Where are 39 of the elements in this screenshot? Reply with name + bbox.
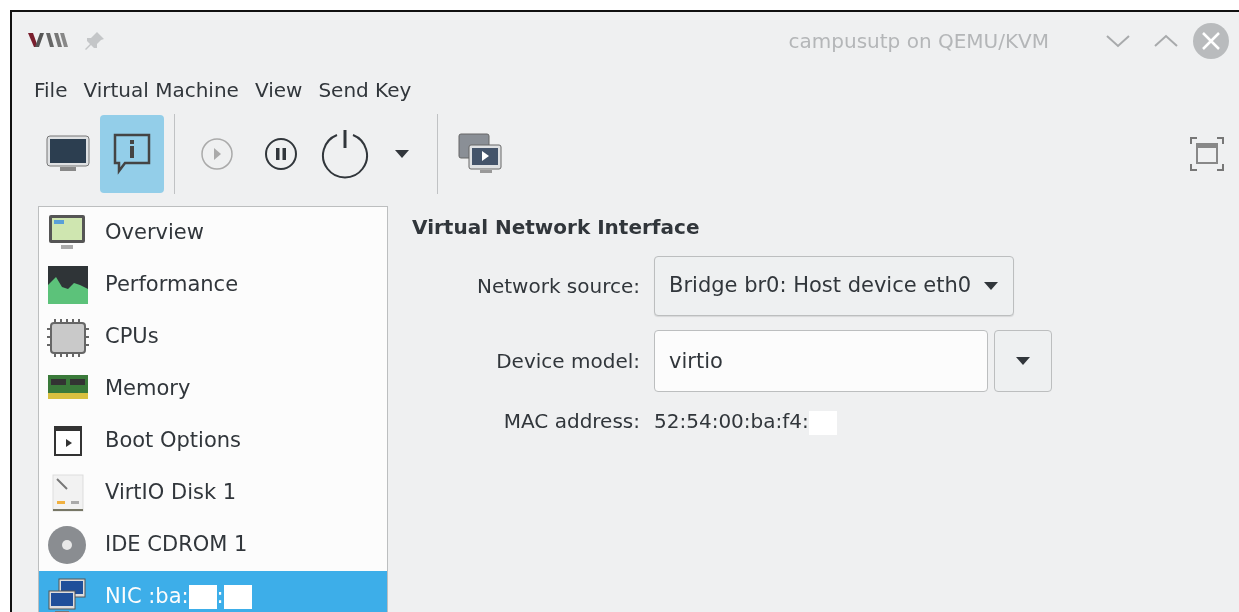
maximize-icon[interactable] xyxy=(1153,33,1179,49)
graph-icon xyxy=(47,265,89,305)
minimize-icon[interactable] xyxy=(1105,33,1131,49)
field-label: Device model: xyxy=(495,348,640,375)
mac-address-value: 52:54:00:ba:f4: xyxy=(654,406,837,436)
pause-icon xyxy=(264,137,298,171)
sidebar-item[interactable]: IDE CDROM 1 xyxy=(39,519,387,571)
play-icon xyxy=(200,137,234,171)
sidebar-item[interactable]: Boot Options xyxy=(39,415,387,467)
field-label: MAC address: xyxy=(502,408,640,435)
menu-item[interactable]: View xyxy=(246,75,311,105)
caret-icon xyxy=(1015,356,1031,366)
menu-item[interactable]: File xyxy=(26,75,76,105)
redaction-block xyxy=(223,585,252,610)
caret-icon xyxy=(394,149,410,159)
info-icon xyxy=(113,133,151,175)
network-source-dropdown[interactable]: Bridge br0: Host device eth0 xyxy=(654,256,1015,316)
window-title: campusutp on QEMU/KVM xyxy=(788,28,1049,55)
screens-icon xyxy=(458,133,502,175)
details-button[interactable] xyxy=(100,115,164,193)
chip-icon xyxy=(47,317,89,357)
sidebar-item[interactable]: Overview xyxy=(39,207,387,259)
section-heading: Virtual Network Interface xyxy=(412,214,701,241)
power-icon xyxy=(320,129,370,179)
field-label: Network source: xyxy=(475,273,640,300)
sidebar-item[interactable]: CPUs xyxy=(39,311,387,363)
sidebar-item[interactable]: Memory xyxy=(39,363,387,415)
menu-item[interactable]: Virtual Machine xyxy=(75,75,247,105)
menu-item[interactable]: Send Key xyxy=(310,75,420,105)
fullscreen-icon xyxy=(1190,137,1224,171)
monitor-icon xyxy=(46,135,90,173)
sidebar-item[interactable]: VirtIO Disk 1 xyxy=(39,467,387,519)
caret-icon xyxy=(983,281,1000,291)
pin-icon xyxy=(84,30,106,52)
network-computers-icon xyxy=(47,577,89,612)
redaction-block xyxy=(188,585,217,610)
device-model-field[interactable]: virtio xyxy=(654,330,988,392)
sidebar-item[interactable]: Performance xyxy=(39,259,387,311)
disc-icon xyxy=(47,525,89,565)
